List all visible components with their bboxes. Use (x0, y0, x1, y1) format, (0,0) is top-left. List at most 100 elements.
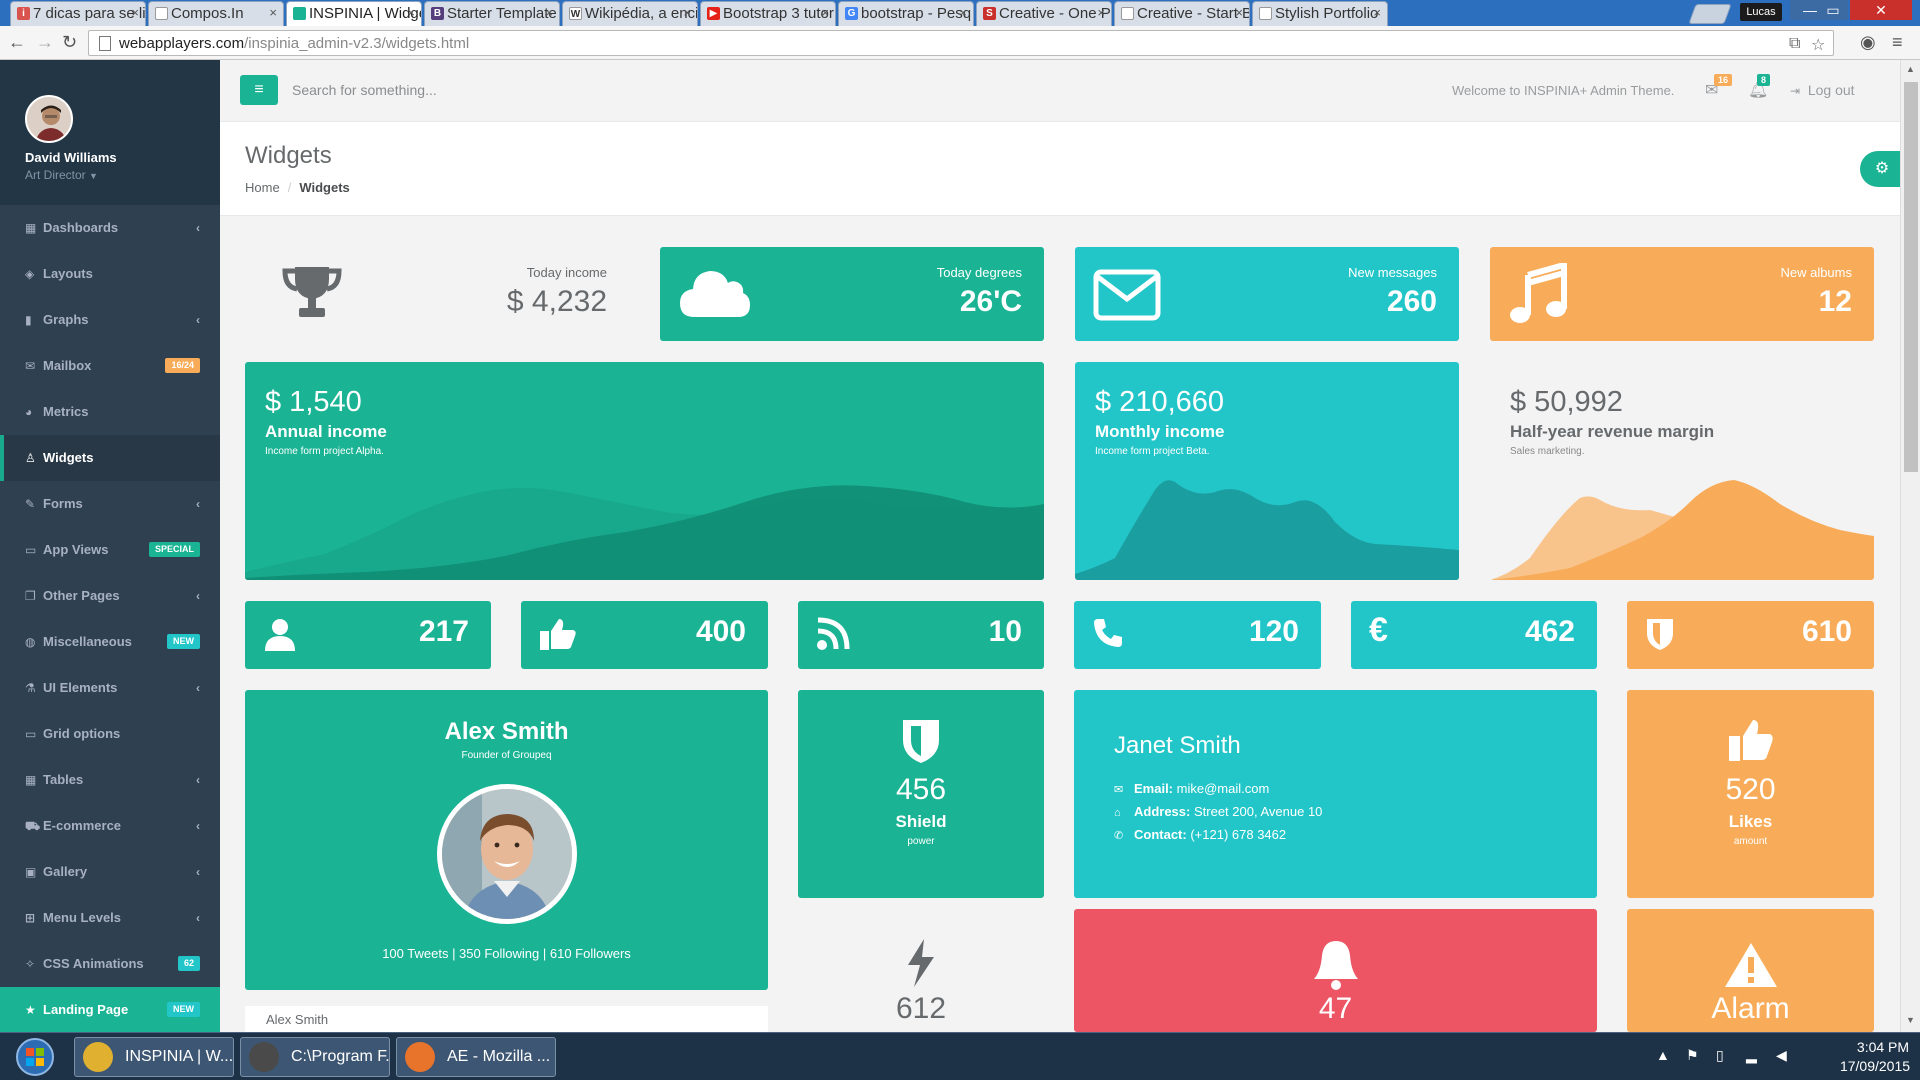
bookmark-star-icon[interactable]: ☆ (1811, 35, 1825, 55)
browser-tab[interactable]: B Starter Template × (424, 1, 560, 26)
sidebar-item-app-views[interactable]: ▭ App Views SPECIAL (0, 527, 220, 573)
theme-config-button[interactable]: ⚙ (1860, 151, 1904, 187)
phone-stat-value: 120 (1248, 615, 1299, 648)
scroll-down-icon[interactable]: ▼ (1906, 1015, 1915, 1025)
today-degrees-value: 26'C (959, 285, 1022, 318)
browser-tab[interactable]: Gbootstrap - Pesq × (838, 1, 974, 26)
search-input[interactable] (292, 76, 652, 104)
profile-name: Alex Smith (444, 718, 569, 745)
envelope-icon (1093, 269, 1161, 324)
sidebar-item-ui-elements[interactable]: ⚗ UI Elements ‹ (0, 665, 220, 711)
address-bar[interactable]: webapplayers.com/inspinia_admin-v2.3/wid… (88, 30, 1834, 56)
breadcrumb-home[interactable]: Home (245, 180, 280, 195)
browser-profile-button[interactable]: Lucas (1740, 3, 1782, 21)
start-button[interactable] (6, 1037, 64, 1077)
contact-name: Janet Smith (1114, 732, 1241, 759)
tab-close-icon[interactable]: × (821, 5, 829, 20)
sidebar-item-grid-options[interactable]: ▭ Grid options (0, 711, 220, 757)
extension-icon[interactable]: ◉ (1860, 32, 1876, 53)
sidebar-item-label: CSS Animations (43, 956, 144, 971)
tab-close-icon[interactable]: × (131, 5, 139, 20)
email-value[interactable]: mike@mail.com (1177, 781, 1270, 796)
browser-tab[interactable]: ▶ Bootstrap 3 tutor × (700, 1, 836, 26)
tray-expand-icon[interactable]: ▲ (1656, 1047, 1670, 1063)
sidebar-item-graphs[interactable]: ▮ Graphs ‹ (0, 297, 220, 343)
tab-close-icon[interactable]: × (269, 5, 277, 20)
translate-icon[interactable]: ⧉ (1789, 35, 1800, 53)
mail-count-badge: 16 (1714, 74, 1733, 86)
sidebar-item-css-animations[interactable]: ✧ CSS Animations 62 (0, 941, 220, 987)
user-name[interactable]: David Williams (25, 150, 117, 165)
forward-icon[interactable]: → (36, 32, 54, 53)
tab-close-icon[interactable]: × (683, 5, 691, 20)
chevron-left-icon: ‹ (196, 819, 200, 833)
tab-close-icon[interactable]: × (1235, 5, 1243, 20)
chevron-left-icon: ‹ (196, 681, 200, 695)
diamond-icon: ◈ (25, 267, 35, 281)
scroll-up-icon[interactable]: ▲ (1906, 64, 1915, 74)
action-center-flag-icon[interactable]: ⚑ (1686, 1047, 1699, 1064)
chevron-left-icon: ‹ (196, 497, 200, 511)
shield-power-subtitle: power (907, 836, 935, 847)
power-icon[interactable]: ▯ (1716, 1047, 1724, 1064)
euro-icon: € (1369, 611, 1388, 649)
clock-time[interactable]: 3:04 PM (1848, 1039, 1918, 1055)
tab-title: Stylish Portfolio (1275, 5, 1379, 22)
url-text[interactable]: webapplayers.com/inspinia_admin-v2.3/wid… (119, 35, 469, 52)
flask-icon: ♙ (25, 451, 36, 465)
scroll-thumb[interactable] (1904, 82, 1918, 472)
tab-favicon-icon (293, 7, 306, 20)
tab-close-icon[interactable]: × (1097, 5, 1105, 20)
clock-date[interactable]: 17/09/2015 (1830, 1058, 1920, 1074)
logout-link[interactable]: ⇥ Log out (1790, 82, 1855, 98)
browser-tab[interactable]: Compos.In × (148, 1, 284, 26)
browser-tab[interactable]: Creative - Start B × (1114, 1, 1250, 26)
sidebar-item-e-commerce[interactable]: ⛟ E-commerce ‹ (0, 803, 220, 849)
notification-number: 47 (1318, 992, 1353, 1025)
tab-close-icon[interactable]: × (545, 5, 553, 20)
taskbar-app-label: C:\Program F... (291, 1048, 390, 1065)
bar-chart-icon: ▮ (25, 313, 32, 327)
back-icon[interactable]: ← (8, 32, 26, 53)
menu-toggle-button[interactable]: ≡ (240, 75, 278, 105)
sidebar-item-menu-levels[interactable]: ⊞ Menu Levels ‹ (0, 895, 220, 941)
likes-amount-widget: 520 Likes amount (1627, 690, 1874, 898)
sidebar-item-widgets[interactable]: ♙ Widgets (0, 435, 220, 481)
taskbar-app-button[interactable]: INSPINIA | W... (74, 1037, 234, 1077)
sidebar-item-miscellaneous[interactable]: ◍ Miscellaneous NEW (0, 619, 220, 665)
user-role-dropdown[interactable]: Art Director ▼ (25, 168, 98, 182)
new-messages-widget: New messages 260 (1075, 247, 1459, 341)
sidebar-item-landing-page[interactable]: ★ Landing Page NEW (0, 987, 220, 1032)
taskbar-app-button[interactable]: C:\Program F... (240, 1037, 390, 1077)
browser-tab[interactable]: INSPINIA | Widge × (286, 1, 422, 26)
new-albums-widget: New albums 12 (1490, 247, 1874, 341)
new-tab-button[interactable] (1688, 4, 1732, 24)
tab-close-icon[interactable]: × (407, 5, 415, 20)
window-close-button[interactable]: ✕ (1850, 0, 1912, 20)
page-scrollbar[interactable]: ▲ ▼ (1900, 60, 1920, 1032)
sidebar-item-gallery[interactable]: ▣ Gallery ‹ (0, 849, 220, 895)
browser-tab[interactable]: W Wikipédia, a enci × (562, 1, 698, 26)
reload-icon[interactable]: ↻ (62, 32, 77, 53)
annual-income-widget: $ 1,540 Annual income Income form projec… (245, 362, 1044, 580)
sidebar-item-tables[interactable]: ▦ Tables ‹ (0, 757, 220, 803)
sidebar-item-layouts[interactable]: ◈ Layouts (0, 251, 220, 297)
sidebar-item-dashboards[interactable]: ▦ Dashboards ‹ (0, 205, 220, 251)
volume-icon[interactable]: ◀ (1776, 1047, 1787, 1064)
tab-close-icon[interactable]: × (1373, 5, 1381, 20)
taskbar-app-button[interactable]: AE - Mozilla ... (396, 1037, 556, 1077)
sidebar-item-mailbox[interactable]: ✉ Mailbox 16/24 (0, 343, 220, 389)
tab-close-icon[interactable]: × (959, 5, 967, 20)
window-maximize-button[interactable]: ▭ (1818, 0, 1848, 20)
browser-tab[interactable]: S Creative - One P × (976, 1, 1112, 26)
browser-tab[interactable]: Stylish Portfolio × (1252, 1, 1388, 26)
chrome-menu-icon[interactable]: ≡ (1892, 32, 1903, 53)
network-icon[interactable]: ▂ (1746, 1047, 1757, 1064)
sidebar-item-forms[interactable]: ✎ Forms ‹ (0, 481, 220, 527)
thumbs-up-icon (539, 617, 577, 654)
sidebar-item-other-pages[interactable]: ❐ Other Pages ‹ (0, 573, 220, 619)
flask-icon: ⚗ (25, 681, 36, 695)
sidebar-item-metrics[interactable]: ◕ Metrics (0, 389, 220, 435)
browser-tab[interactable]: i7 dicas para se li × (10, 1, 146, 26)
avatar[interactable] (25, 95, 73, 143)
